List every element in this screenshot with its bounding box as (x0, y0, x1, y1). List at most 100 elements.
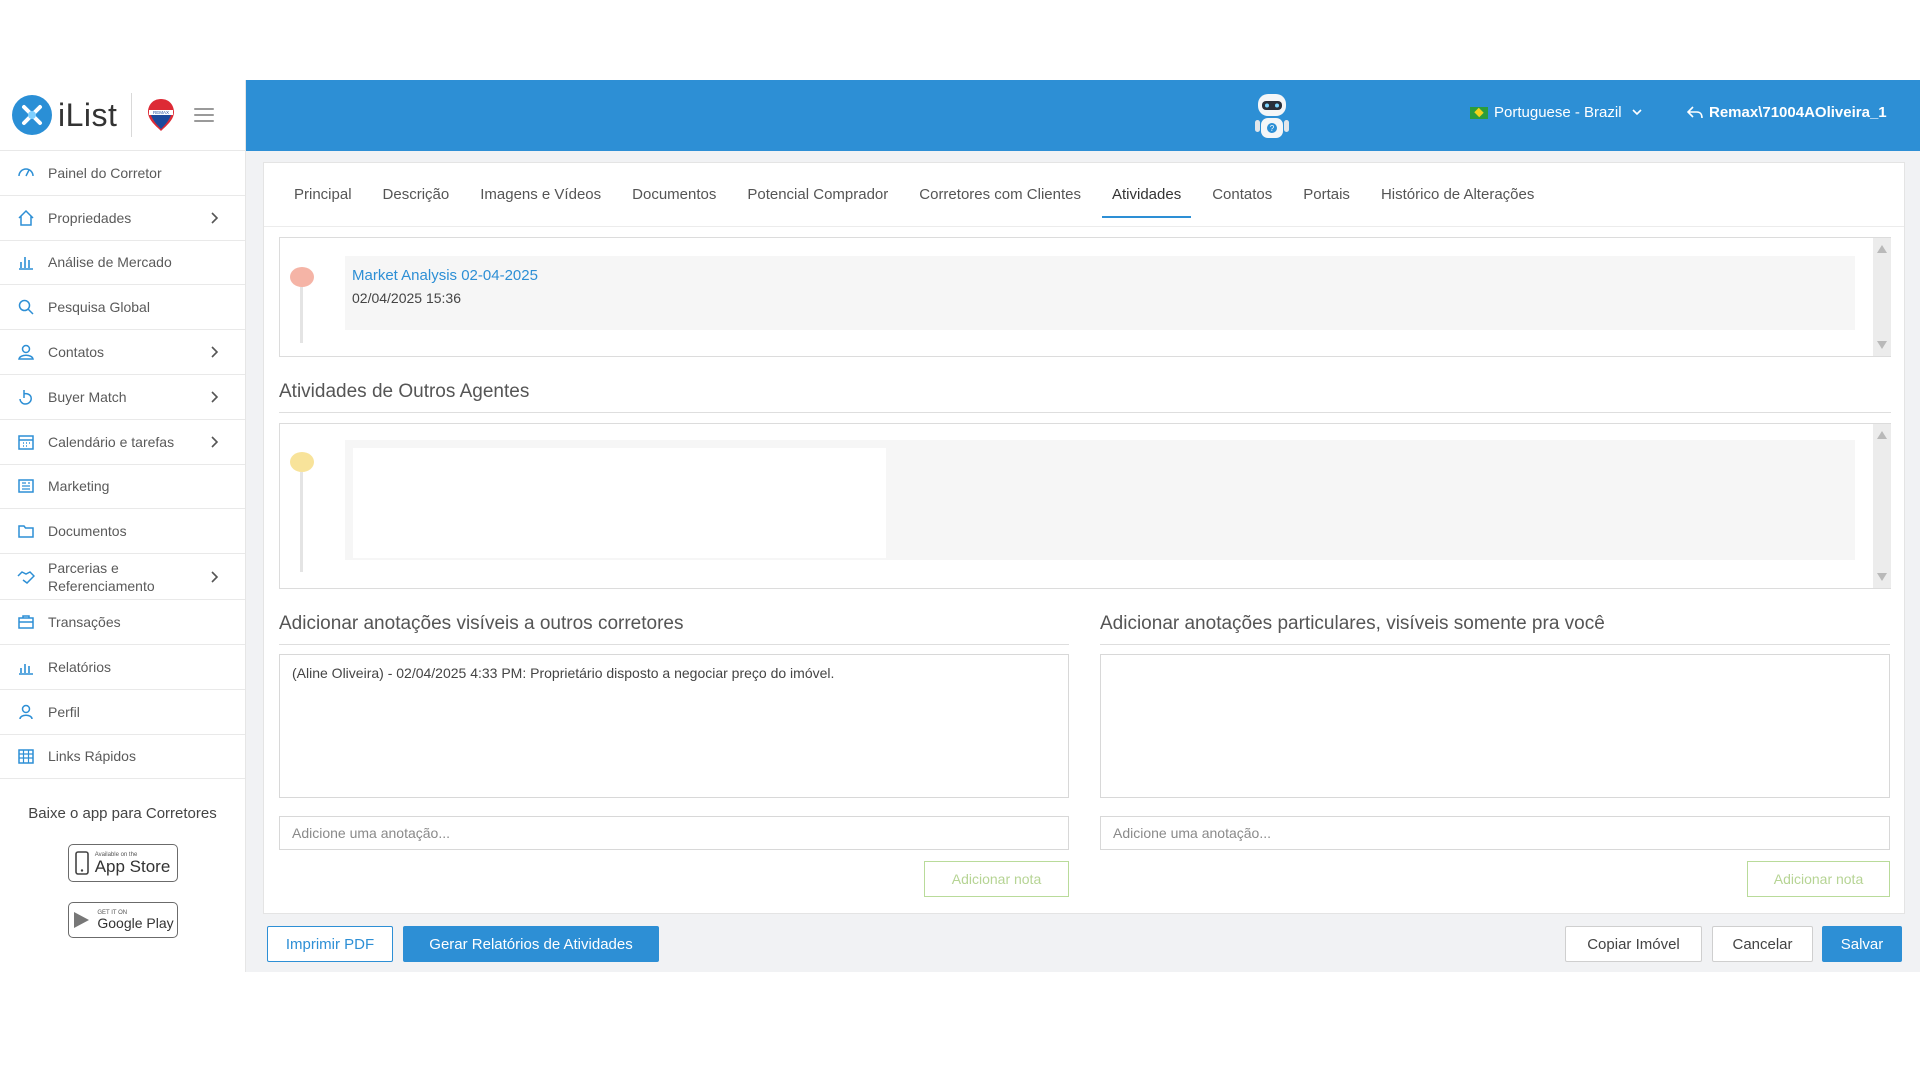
assistant-robot-icon[interactable]: ? (1244, 88, 1300, 144)
home-icon (16, 208, 36, 228)
public-note-input[interactable] (279, 816, 1069, 850)
gauge-icon (16, 163, 36, 183)
sidebar-item-label: Parcerias e Referenciamento (48, 559, 155, 594)
other-agents-scrollbar[interactable] (1873, 424, 1891, 588)
sidebar-item-label: Calendário e tarefas (48, 433, 175, 450)
top-bar: ? Portuguese - Brazil Remax\71004AOlivei… (246, 80, 1920, 151)
tab-corretores-com-clientes[interactable]: Corretores com Clientes (919, 163, 1081, 227)
public-notes-textarea[interactable]: (Aline Oliveira) - 02/04/2025 4:33 PM: P… (279, 654, 1069, 798)
search-icon (16, 297, 36, 317)
calendar-icon (16, 432, 36, 452)
tab-potencial-comprador[interactable]: Potencial Comprador (747, 163, 888, 227)
sidebar-item-label: Transações (48, 614, 121, 631)
app-store-badge[interactable]: Available on the App Store (67, 844, 178, 883)
chevron-right-icon (211, 390, 221, 404)
empty-activity-card (353, 448, 886, 558)
language-selector[interactable]: Portuguese - Brazil (1470, 104, 1642, 121)
svg-text:?: ? (1270, 124, 1275, 133)
activities-scrollbar[interactable] (1873, 238, 1891, 356)
timeline-line (300, 472, 303, 572)
add-public-note-button[interactable]: Adicionar nota (924, 861, 1069, 897)
sidebar-item-buyer-match[interactable]: Buyer Match (0, 375, 245, 420)
chevron-right-icon (211, 435, 221, 449)
app-promo: Baixe o app para Corretores Available on… (0, 779, 245, 939)
sidebar-item-contatos[interactable]: Contatos (0, 330, 245, 375)
handshake-icon (16, 567, 36, 587)
sidebar-item-perfil[interactable]: Perfil (0, 690, 245, 735)
grid-calendar-icon (16, 746, 36, 766)
chevron-down-icon (1631, 109, 1642, 116)
scroll-down-icon[interactable] (1877, 341, 1887, 349)
section-divider (1100, 644, 1890, 645)
sidebar-item-propriedades[interactable]: Propriedades (0, 196, 245, 241)
user-icon (16, 702, 36, 722)
hand-pointer-icon (16, 387, 36, 407)
sidebar-item-label: Marketing (48, 478, 110, 495)
other-agents-item (345, 440, 1855, 560)
private-notes-title: Adicionar anotações particulares, visíve… (1100, 613, 1605, 634)
sidebar-item-pesquisa-global[interactable]: Pesquisa Global (0, 285, 245, 331)
activities-panel: Market Analysis 02-04-2025 02/04/2025 15… (279, 237, 1891, 357)
tab-imagens-e-videos[interactable]: Imagens e Vídeos (480, 163, 601, 227)
menu-toggle-icon[interactable] (194, 108, 215, 122)
section-divider (279, 644, 1069, 645)
tab-historico-de-alteracoes[interactable]: Histórico de Alterações (1381, 163, 1534, 227)
sidebar-item-documentos[interactable]: Documentos (0, 509, 245, 555)
reply-arrow-icon (1687, 106, 1703, 119)
print-pdf-button[interactable]: Imprimir PDF (267, 926, 393, 962)
google-play-label: Google Play (97, 915, 174, 932)
language-label: Portuguese - Brazil (1494, 104, 1622, 121)
logo-divider (131, 93, 133, 137)
save-button[interactable]: Salvar (1822, 926, 1902, 962)
app-promo-title: Baixe o app para Corretores (28, 805, 217, 823)
play-triangle-icon (74, 912, 90, 929)
tab-bar: Principal Descrição Imagens e Vídeos Docume… (264, 163, 1904, 227)
sidebar-item-analise-de-mercado[interactable]: Análise de Mercado (0, 241, 245, 286)
scroll-up-icon[interactable] (1877, 245, 1887, 253)
generate-reports-button[interactable]: Gerar Relatórios de Atividades (403, 926, 659, 962)
sidebar-item-label: Propriedades (48, 209, 132, 226)
remax-balloon-icon: REMAX (146, 97, 176, 133)
activity-date: 02/04/2025 15:36 (352, 290, 461, 306)
sidebar-item-transacoes[interactable]: Transações (0, 600, 245, 645)
sidebar-item-relatorios[interactable]: Relatórios (0, 645, 245, 690)
add-private-note-button[interactable]: Adicionar nota (1747, 861, 1890, 897)
tab-contatos[interactable]: Contatos (1212, 163, 1272, 227)
briefcase-icon (16, 612, 36, 632)
folder-icon (16, 521, 36, 541)
tab-principal[interactable]: Principal (294, 163, 352, 227)
tab-atividades[interactable]: Atividades (1101, 163, 1192, 227)
tab-descricao[interactable]: Descrição (383, 163, 450, 227)
google-play-badge[interactable]: GET IT ON Google Play (67, 902, 178, 939)
cancel-button[interactable]: Cancelar (1712, 926, 1813, 962)
copy-property-button[interactable]: Copiar Imóvel (1565, 926, 1702, 962)
brazil-flag-icon (1470, 106, 1488, 119)
sidebar-item-label: Documentos (48, 523, 127, 540)
app-store-label: App Store (94, 856, 171, 876)
bar-chart-icon (16, 252, 36, 272)
user-menu[interactable]: Remax\71004AOliveira_1 (1687, 104, 1887, 121)
chevron-right-icon (211, 570, 221, 584)
timeline-line (300, 287, 303, 343)
tab-documentos[interactable]: Documentos (632, 163, 716, 227)
sidebar-item-links-rapidos[interactable]: Links Rápidos (0, 735, 245, 780)
sidebar-item-label: Links Rápidos (48, 748, 136, 765)
sidebar-item-calendario-e-tarefas[interactable]: Calendário e tarefas (0, 420, 245, 465)
sidebar-item-painel-do-corretor[interactable]: Painel do Corretor (0, 151, 245, 196)
section-divider (279, 412, 1891, 413)
scroll-down-icon[interactable] (1877, 573, 1887, 581)
activity-title-link[interactable]: Market Analysis 02-04-2025 (352, 267, 538, 284)
scroll-up-icon[interactable] (1877, 431, 1887, 439)
activity-item[interactable]: Market Analysis 02-04-2025 02/04/2025 15… (345, 256, 1855, 330)
sidebar-item-label: Contatos (48, 344, 105, 361)
brand-name: iList (58, 96, 118, 133)
sidebar-item-marketing[interactable]: Marketing (0, 465, 245, 510)
timeline-dot (290, 267, 314, 287)
chevron-right-icon (211, 211, 221, 225)
tab-portais[interactable]: Portais (1303, 163, 1350, 227)
private-note-input[interactable] (1100, 816, 1890, 850)
sidebar-item-parcerias-e-referenciamento[interactable]: Parcerias e Referenciamento (0, 554, 245, 601)
report-chart-icon (16, 657, 36, 677)
ilist-logo-icon[interactable] (12, 95, 52, 135)
private-notes-textarea[interactable] (1100, 654, 1890, 798)
